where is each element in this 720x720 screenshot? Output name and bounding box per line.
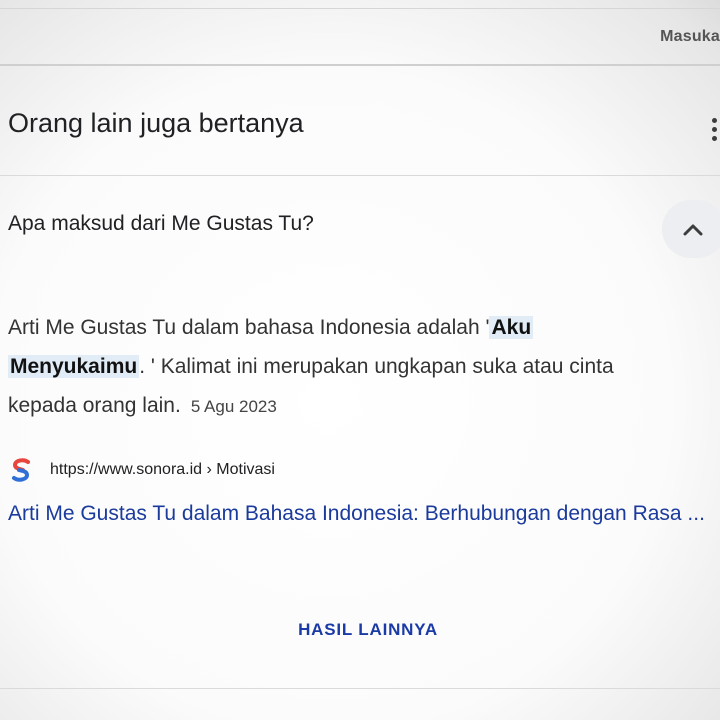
- result-title-link[interactable]: Arti Me Gustas Tu dalam Bahasa Indonesia…: [8, 494, 708, 534]
- answer-line-1: Arti Me Gustas Tu dalam bahasa Indonesia…: [8, 308, 720, 347]
- more-results-button[interactable]: HASIL LAINNYA: [0, 620, 720, 640]
- screen: Masuka Orang lain juga bertanya Apa maks…: [0, 0, 720, 720]
- answer-line-2: Menyukaimu. ' Kalimat ini merupakan ungk…: [8, 347, 720, 386]
- top-bar: Masuka: [0, 0, 720, 66]
- answer-text: kepada orang lain.: [8, 394, 181, 417]
- divider: [0, 175, 720, 176]
- sign-in-button[interactable]: Masuka: [660, 28, 720, 46]
- answer-text: . ' Kalimat ini merupakan ungkapan suka …: [139, 355, 614, 378]
- answer-text: Arti Me Gustas Tu dalam bahasa Indonesia…: [8, 316, 490, 339]
- top-divider: [0, 8, 720, 9]
- sonora-logo-icon: [12, 458, 30, 482]
- collapse-button[interactable]: [662, 200, 720, 258]
- answer-date: 5 Agu 2023: [190, 397, 277, 416]
- section-title: Orang lain juga bertanya: [8, 108, 304, 138]
- answer-highlight: Menyukaimu: [8, 355, 140, 378]
- chevron-up-icon: [683, 224, 703, 236]
- bottom-divider: [0, 688, 720, 689]
- answer-snippet: Arti Me Gustas Tu dalam bahasa Indonesia…: [8, 308, 720, 426]
- source-url[interactable]: https://www.sonora.id › Motivasi: [50, 461, 275, 479]
- source-row[interactable]: https://www.sonora.id › Motivasi: [10, 458, 275, 482]
- answer-line-3: kepada orang lain. 5 Agu 2023: [8, 386, 720, 426]
- question-text[interactable]: Apa maksud dari Me Gustas Tu?: [8, 212, 314, 236]
- more-vert-icon[interactable]: [712, 118, 718, 144]
- answer-highlight: Aku: [489, 316, 534, 339]
